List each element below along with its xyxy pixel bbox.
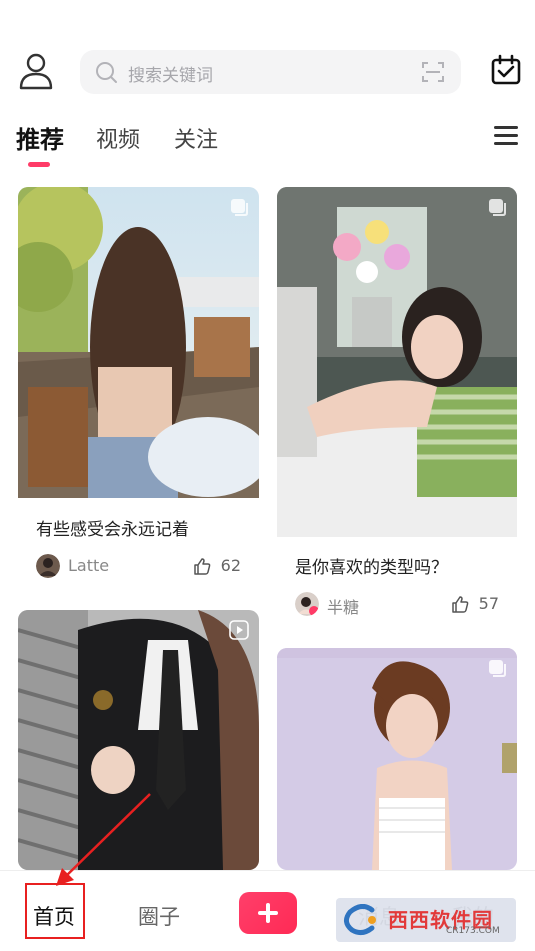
card-meta: Latte 62 (36, 554, 241, 580)
feed-card[interactable] (277, 648, 517, 870)
multi-image-icon (489, 199, 506, 216)
search-icon (96, 62, 117, 83)
tab-video[interactable]: 视频 (96, 122, 140, 154)
menu-line (494, 134, 518, 137)
author-avatar[interactable] (295, 592, 319, 616)
thumbs-up-icon[interactable] (193, 557, 211, 575)
search-bar[interactable]: 搜索关键词 (80, 50, 461, 94)
card-image (18, 187, 259, 498)
card-title: 是你喜欢的类型吗？ (295, 558, 448, 578)
menu-line (494, 142, 518, 145)
author-name[interactable]: Latte (68, 556, 109, 575)
author-avatar[interactable] (36, 554, 60, 578)
top-header: 搜索关键词 (0, 0, 535, 110)
feed-card[interactable]: 有些感受会永远记着 Latte 62 (18, 187, 259, 587)
like-count: 62 (220, 556, 241, 575)
feed-tabs: 推荐 视频 关注 (0, 118, 535, 172)
multi-image-icon (489, 660, 506, 677)
menu-line (494, 126, 518, 129)
watermark-logo-icon (344, 904, 376, 936)
tab-recommend[interactable]: 推荐 (16, 120, 64, 155)
menu-icon[interactable] (494, 126, 518, 148)
profile-icon[interactable] (18, 52, 54, 90)
add-post-button[interactable] (239, 892, 297, 934)
active-tab-indicator (28, 162, 50, 167)
scan-icon[interactable] (421, 60, 445, 84)
card-meta: 半糖 57 (295, 592, 499, 618)
calendar-checkin-icon[interactable] (490, 54, 522, 86)
author-name[interactable]: 半糖 (327, 594, 359, 618)
nav-circle[interactable]: 圈子 (138, 901, 180, 931)
annotation-arrow (56, 793, 151, 886)
like-count: 57 (478, 594, 499, 613)
card-image (277, 187, 517, 537)
multi-image-icon (231, 199, 248, 216)
search-placeholder: 搜索关键词 (128, 66, 213, 86)
feed-card[interactable]: 是你喜欢的类型吗？ 半糖 57 (277, 187, 517, 625)
tab-following[interactable]: 关注 (174, 122, 218, 154)
annotation-highlight-box (25, 883, 85, 939)
card-title: 有些感受会永远记着 (36, 520, 189, 540)
card-image (277, 648, 517, 870)
thumbs-up-icon[interactable] (451, 595, 469, 613)
watermark-logo: 西西软件园 CR173.COM (336, 898, 516, 942)
video-play-icon (229, 620, 249, 640)
watermark-subtext: CR173.COM (446, 926, 500, 936)
